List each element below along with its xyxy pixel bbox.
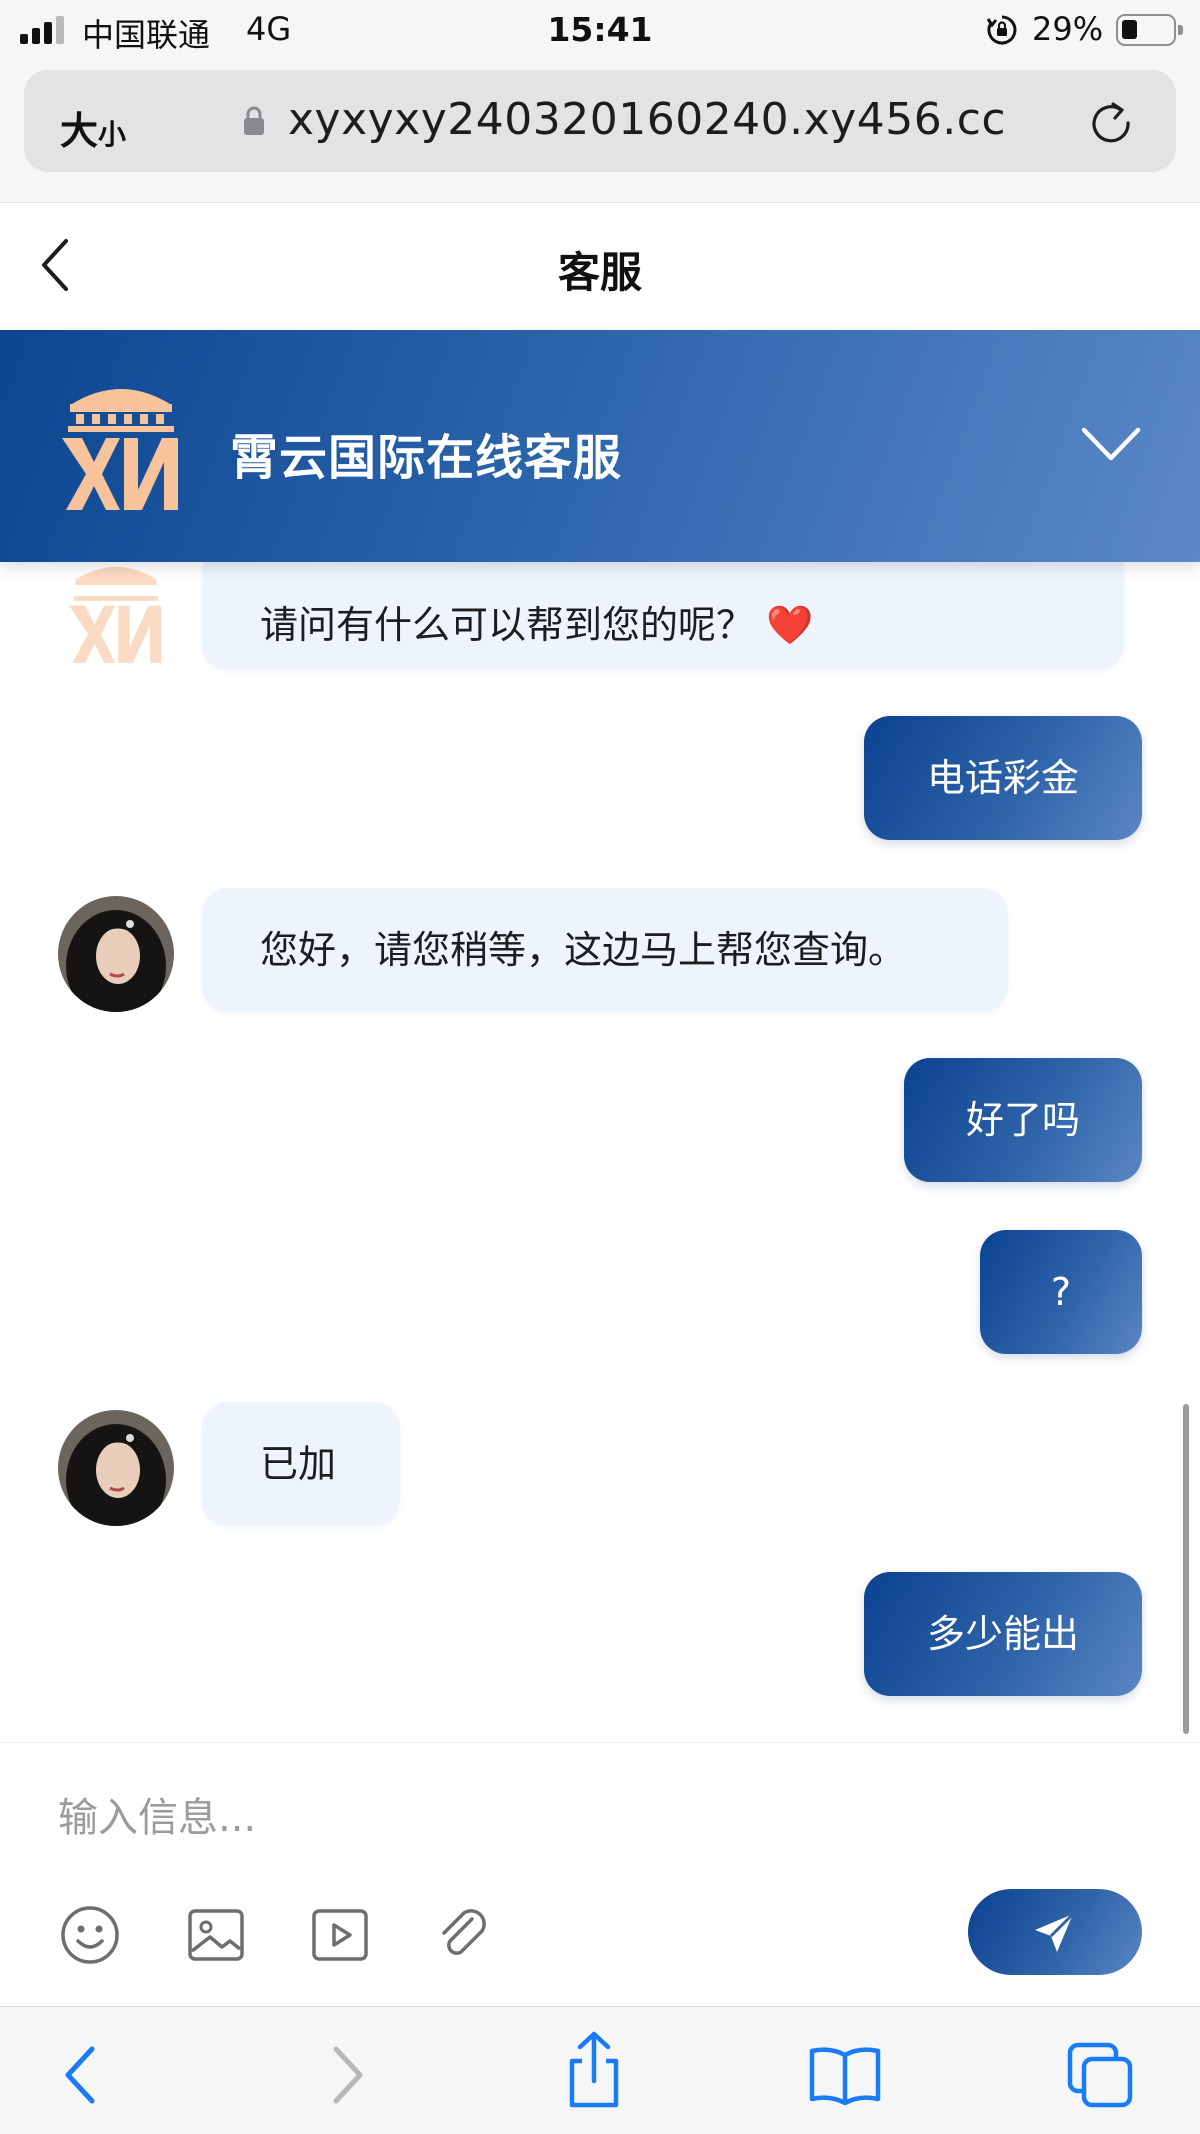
send-icon bbox=[1035, 1912, 1075, 1952]
message-input[interactable] bbox=[58, 1783, 1138, 1853]
chevron-down-icon[interactable] bbox=[1080, 424, 1142, 464]
incoming-message-bubble: 您好，请您稍等，这边马上帮您查询。 bbox=[202, 888, 1008, 1012]
outgoing-message-bubble: 电话彩金 bbox=[864, 716, 1142, 840]
text-size-button[interactable]: 大小 bbox=[60, 100, 126, 155]
outgoing-message-bubble: 多少能出 bbox=[864, 1572, 1142, 1696]
scrollbar[interactable] bbox=[1183, 1404, 1189, 1734]
brand-logo-icon bbox=[62, 389, 178, 510]
url-text[interactable]: xyxyxy240320160240.xy456.cc bbox=[288, 94, 1006, 145]
video-icon[interactable] bbox=[308, 1903, 372, 1967]
reload-icon[interactable] bbox=[1088, 100, 1134, 146]
forward-arrow-icon[interactable] bbox=[310, 2041, 378, 2109]
tabs-icon[interactable] bbox=[1066, 2041, 1134, 2109]
page-header: 客服 bbox=[0, 202, 1200, 330]
chat-message-list[interactable]: 请问有什么可以帮到您的呢？ ❤️ 电话彩金 您好，请您稍等，这边马上帮您查询。 … bbox=[0, 562, 1200, 1742]
attachment-icon[interactable] bbox=[432, 1903, 496, 1967]
battery-icon bbox=[1116, 14, 1183, 46]
address-bar[interactable]: 大小 xyxyxy240320160240.xy456.cc bbox=[24, 70, 1176, 172]
outgoing-message-bubble: ? bbox=[980, 1230, 1142, 1354]
emoji-icon[interactable] bbox=[58, 1903, 122, 1967]
back-arrow-icon[interactable] bbox=[50, 2041, 118, 2109]
avatar-photo-icon bbox=[58, 896, 174, 1012]
share-icon[interactable] bbox=[560, 2031, 628, 2109]
service-banner: 霄云国际在线客服 bbox=[0, 330, 1200, 562]
incoming-message-bubble: 已加 bbox=[202, 1402, 400, 1526]
banner-title: 霄云国际在线客服 bbox=[230, 430, 623, 486]
message-composer bbox=[0, 1742, 1200, 2006]
status-time: 15:41 bbox=[547, 10, 653, 49]
page-title: 客服 bbox=[557, 248, 642, 297]
send-button[interactable] bbox=[968, 1889, 1142, 1975]
brand-avatar-icon bbox=[69, 566, 162, 663]
status-bar: 中国联通 4G 15:41 29% bbox=[0, 0, 1200, 62]
avatar-photo-icon bbox=[58, 1410, 174, 1526]
orientation-lock-icon bbox=[986, 15, 1017, 45]
lock-icon bbox=[244, 106, 264, 135]
outgoing-message-bubble: 好了吗 bbox=[904, 1058, 1142, 1182]
agent-avatar bbox=[58, 1410, 174, 1526]
battery-percent: 29% bbox=[1032, 10, 1104, 48]
safari-address-area: 大小 xyxyxy240320160240.xy456.cc bbox=[0, 62, 1200, 202]
agent-avatar bbox=[58, 896, 174, 1012]
bookmarks-icon[interactable] bbox=[808, 2041, 882, 2109]
image-icon[interactable] bbox=[184, 1903, 248, 1967]
browser-toolbar bbox=[0, 2006, 1200, 2134]
incoming-message-bubble: 请问有什么可以帮到您的呢？ ❤️ bbox=[202, 562, 1124, 670]
